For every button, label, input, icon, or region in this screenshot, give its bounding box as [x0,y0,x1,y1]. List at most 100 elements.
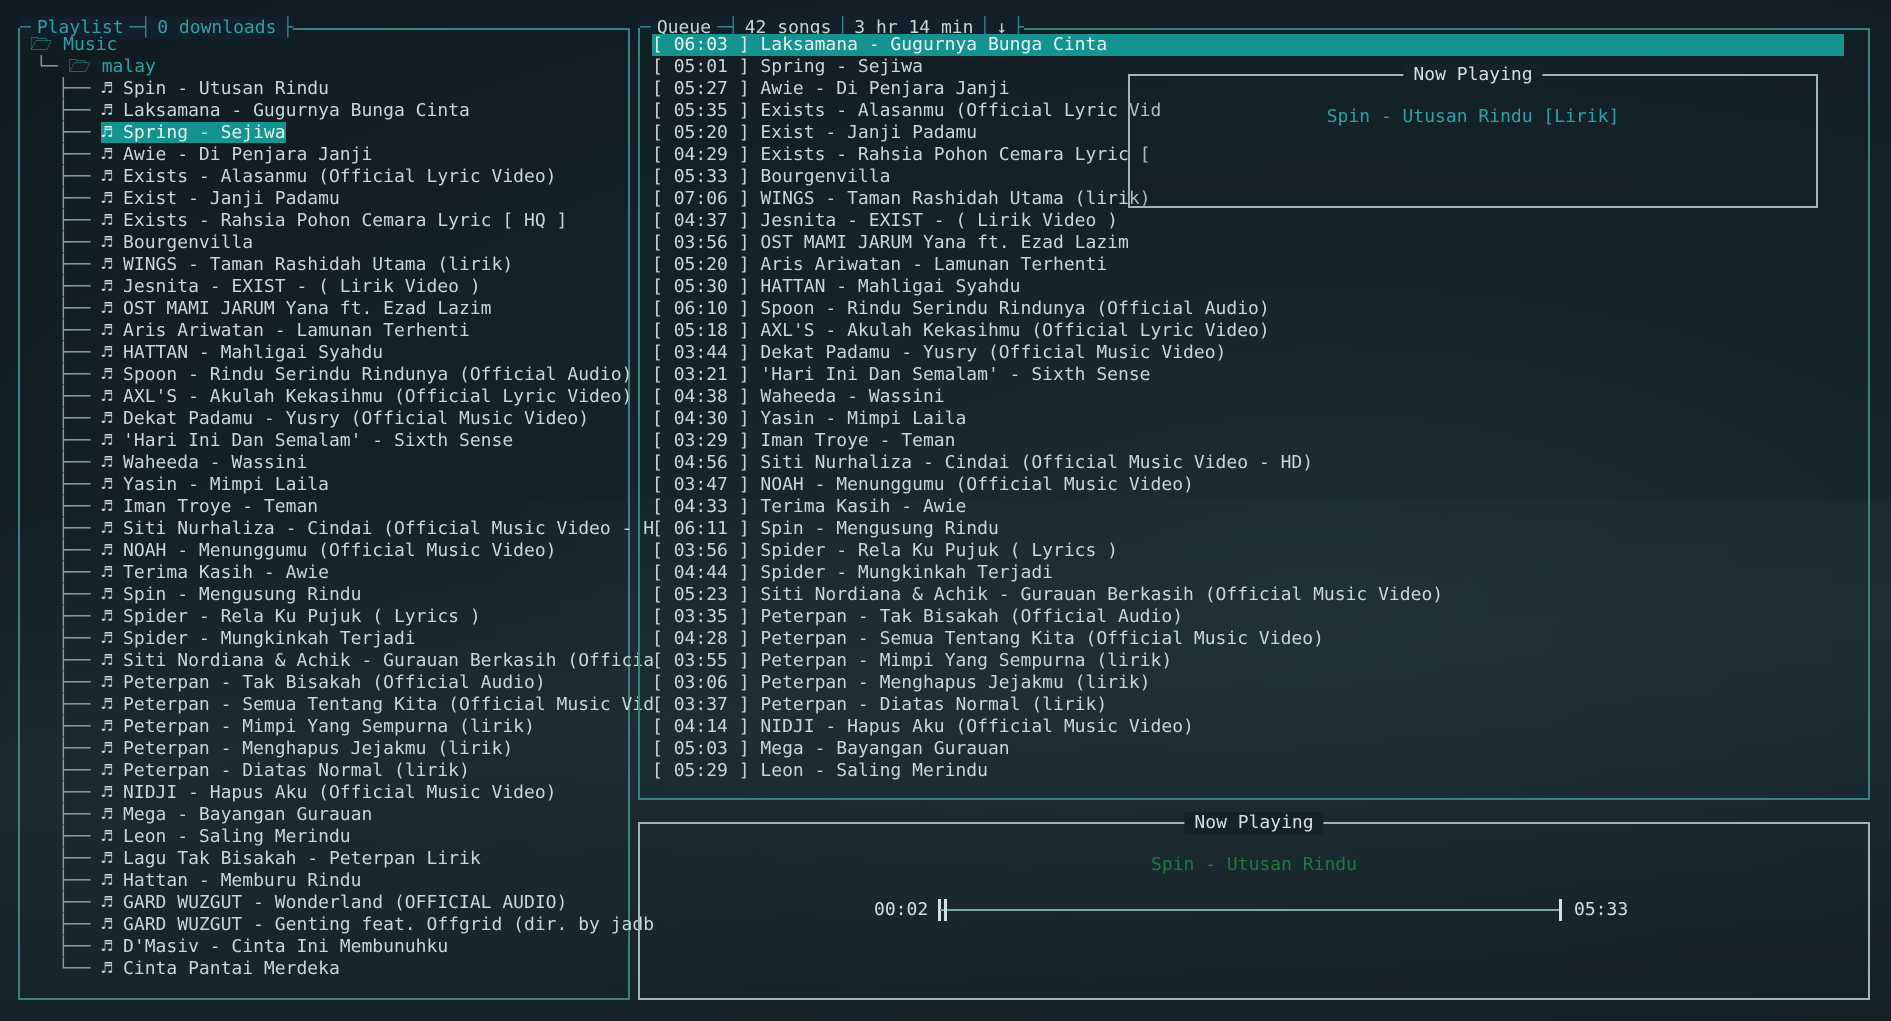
playlist-item[interactable]: ├── ♬ WINGS - Taman Rashidah Utama (liri… [58,254,513,276]
tree-branch: ├── [58,782,102,803]
queue-item[interactable]: [ 06:10 ] Spoon - Rindu Serindu Rindunya… [652,298,1270,320]
music-note-icon: ♬ [101,936,124,957]
playlist-item[interactable]: ├── ♬ Jesnita - EXIST - ( Lirik Video ) [58,276,481,298]
playlist-item[interactable]: ├── ♬ OST MAMI JARUM Yana ft. Ezad Lazim [58,298,492,320]
queue-item[interactable]: [ 03:29 ] Iman Troye - Teman [652,430,955,452]
queue-item[interactable]: [ 05:03 ] Mega - Bayangan Gurauan [652,738,1010,760]
queue-item[interactable]: [ 03:44 ] Dekat Padamu - Yusry (Official… [652,342,1226,364]
playlist-item[interactable]: ├── ♬ Terima Kasih - Awie [58,562,329,584]
playlist-item[interactable]: ├── ♬ Mega - Bayangan Gurauan [58,804,372,826]
queue-item[interactable]: [ 05:20 ] Exist - Janji Padamu [652,122,977,144]
playlist-item[interactable]: ├── ♬ Waheeda - Wassini [58,452,307,474]
queue-item[interactable]: [ 06:03 ] Laksamana - Gugurnya Bunga Cin… [652,34,1844,56]
queue-item[interactable]: [ 04:56 ] Siti Nurhaliza - Cindai (Offic… [652,452,1313,474]
playlist-item[interactable]: ├── ♬ AXL'S - Akulah Kekasihmu (Official… [58,386,632,408]
queue-item[interactable]: [ 05:27 ] Awie - Di Penjara Janji [652,78,1010,100]
queue-item[interactable]: [ 03:56 ] OST MAMI JARUM Yana ft. Ezad L… [652,232,1129,254]
queue-item[interactable]: [ 04:33 ] Terima Kasih - Awie [652,496,966,518]
duration-value: 03:37 [673,694,728,715]
playlist-item[interactable]: ├── ♬ GARD WUZGUT - Genting feat. Offgri… [58,914,654,936]
playlist-item[interactable]: ├── ♬ Peterpan - Semua Tentang Kita (Off… [58,694,654,716]
playlist-item[interactable]: ├── ♬ Spider - Mungkinkah Terjadi [58,628,416,650]
playlist-item-label: ♬ Peterpan - Mimpi Yang Sempurna (lirik) [101,716,535,737]
queue-item[interactable]: [ 03:47 ] NOAH - Menunggumu (Official Mu… [652,474,1194,496]
queue-item[interactable]: [ 04:28 ] Peterpan - Semua Tentang Kita … [652,628,1324,650]
playlist-item[interactable]: ├── ♬ Siti Nurhaliza - Cindai (Official … [58,518,654,540]
music-note-icon: ♬ [101,100,124,121]
downloads-count[interactable]: 0 downloads [151,17,283,39]
playlist-item[interactable]: ├── ♬ Peterpan - Mimpi Yang Sempurna (li… [58,716,535,738]
queue-item[interactable]: [ 04:37 ] Jesnita - EXIST - ( Lirik Vide… [652,210,1118,232]
music-note-icon: ♬ [101,540,124,561]
queue-item[interactable]: [ 06:11 ] Spin - Mengusung Rindu [652,518,999,540]
playlist-item[interactable]: ├── ♬ Dekat Padamu - Yusry (Official Mus… [58,408,589,430]
playlist-item[interactable]: ├── ♬ GARD WUZGUT - Wonderland (OFFICIAL… [58,892,567,914]
playlist-item[interactable]: ├── ♬ Siti Nordiana & Achik - Gurauan Be… [58,650,654,672]
playlist-item[interactable]: ├── ♬ Leon - Saling Merindu [58,826,351,848]
queue-item[interactable]: [ 04:44 ] Spider - Mungkinkah Terjadi [652,562,1053,584]
song-title: Dekat Padamu - Yusry (Official Music Vid… [123,408,590,429]
playlist-item[interactable]: ├── ♬ D'Masiv - Cinta Ini Membunuhku [58,936,448,958]
queue-item[interactable]: [ 04:38 ] Waheeda - Wassini [652,386,945,408]
queue-item-time: [ 04:28 ] [652,628,761,649]
queue-item[interactable]: [ 03:21 ] 'Hari Ini Dan Semalam' - Sixth… [652,364,1151,386]
queue-item[interactable]: [ 04:30 ] Yasin - Mimpi Laila [652,408,966,430]
playlist-item[interactable]: ├── ♬ Spring - Sejiwa [58,122,286,144]
playlist-item[interactable]: ├── ♬ Peterpan - Menghapus Jejakmu (liri… [58,738,513,760]
playlist-item[interactable]: ├── ♬ Exists - Rahsia Pohon Cemara Lyric… [58,210,567,232]
duration-value: 05:01 [673,56,728,77]
playlist-item[interactable]: ├── ♬ Hattan - Memburu Rindu [58,870,361,892]
queue-item[interactable]: [ 03:55 ] Peterpan - Mimpi Yang Sempurna… [652,650,1172,672]
tree-root-music[interactable]: 🗁 Music [30,34,117,56]
duration-value: 07:06 [673,188,728,209]
duration-value: 03:56 [673,540,728,561]
progress-bar[interactable] [938,899,1562,921]
queue-item[interactable]: [ 05:30 ] HATTAN - Mahligai Syahdu [652,276,1020,298]
music-note-icon: ♬ [101,452,124,473]
queue-item[interactable]: [ 05:18 ] AXL'S - Akulah Kekasihmu (Offi… [652,320,1270,342]
queue-item[interactable]: [ 05:29 ] Leon - Saling Merindu [652,760,988,782]
tree-folder-malay[interactable]: └─ 🗁 malay [36,56,156,78]
playlist-item[interactable]: ├── ♬ Spin - Mengusung Rindu [58,584,361,606]
queue-item-title: Laksamana - Gugurnya Bunga Cinta [760,34,1108,55]
song-title: Leon - Saling Merindu [123,826,351,847]
playlist-item[interactable]: ├── ♬ Spoon - Rindu Serindu Rindunya (Of… [58,364,632,386]
playlist-item-label: ♬ Waheeda - Wassini [101,452,307,473]
playlist-item[interactable]: ├── ♬ Spin - Utusan Rindu [58,78,329,100]
queue-item[interactable]: [ 05:01 ] Spring - Sejiwa [652,56,923,78]
tree-branch: ├── [58,386,102,407]
queue-item[interactable]: [ 05:33 ] Bourgenvilla [652,166,890,188]
queue-item-time: [ 04:30 ] [652,408,761,429]
playlist-item[interactable]: ├── ♬ Laksamana - Gugurnya Bunga Cinta [58,100,470,122]
queue-item[interactable]: [ 05:23 ] Siti Nordiana & Achik - Guraua… [652,584,1443,606]
duration-value: 06:10 [673,298,728,319]
playlist-item[interactable]: ├── ♬ Awie - Di Penjara Janji [58,144,372,166]
playlist-item[interactable]: ├── ♬ Bourgenvilla [58,232,253,254]
playlist-item[interactable]: ├── ♬ Aris Ariwatan - Lamunan Terhenti [58,320,470,342]
queue-item[interactable]: [ 05:20 ] Aris Ariwatan - Lamunan Terhen… [652,254,1107,276]
playlist-item[interactable]: ├── ♬ HATTAN - Mahligai Syahdu [58,342,383,364]
playlist-item[interactable]: └── ♬ Cinta Pantai Merdeka [58,958,340,980]
playlist-item[interactable]: ├── ♬ Peterpan - Tak Bisakah (Official A… [58,672,546,694]
playlist-item-label: ♬ Spring - Sejiwa [101,122,286,143]
playlist-panel: ─ Playlist ─┤ 0 downloads ├ 🗁 Music └─ 🗁 mala… [18,17,654,1000]
playlist-item[interactable]: ├── ♬ Spider - Rela Ku Pujuk ( Lyrics ) [58,606,481,628]
queue-item[interactable]: [ 03:56 ] Spider - Rela Ku Pujuk ( Lyric… [652,540,1118,562]
playlist-item[interactable]: ├── ♬ Exists - Alasanmu (Official Lyric … [58,166,557,188]
queue-item[interactable]: [ 03:06 ] Peterpan - Menghapus Jejakmu (… [652,672,1151,694]
playlist-item[interactable]: ├── ♬ Exist - Janji Padamu [58,188,340,210]
playlist-item[interactable]: ├── ♬ Yasin - Mimpi Laila [58,474,329,496]
queue-item[interactable]: [ 05:35 ] Exists - Alasanmu (Official Ly… [652,100,1161,122]
playlist-item[interactable]: ├── ♬ Iman Troye - Teman [58,496,318,518]
queue-item[interactable]: [ 03:35 ] Peterpan - Tak Bisakah (Offici… [652,606,1183,628]
queue-item[interactable]: [ 04:29 ] Exists - Rahsia Pohon Cemara L… [652,144,1151,166]
playlist-item[interactable]: ├── ♬ Peterpan - Diatas Normal (lirik) [58,760,470,782]
queue-item[interactable]: [ 07:06 ] WINGS - Taman Rashidah Utama (… [652,188,1151,210]
playlist-item[interactable]: ├── ♬ NOAH - Menunggumu (Official Music … [58,540,557,562]
queue-item[interactable]: [ 03:37 ] Peterpan - Diatas Normal (liri… [652,694,1107,716]
playlist-item[interactable]: ├── ♬ 'Hari Ini Dan Semalam' - Sixth Sen… [58,430,513,452]
playlist-item[interactable]: ├── ♬ NIDJI - Hapus Aku (Official Music … [58,782,557,804]
queue-item[interactable]: [ 04:14 ] NIDJI - Hapus Aku (Official Mu… [652,716,1194,738]
progress-knob[interactable] [944,899,947,921]
playlist-item[interactable]: ├── ♬ Lagu Tak Bisakah - Peterpan Lirik [58,848,481,870]
